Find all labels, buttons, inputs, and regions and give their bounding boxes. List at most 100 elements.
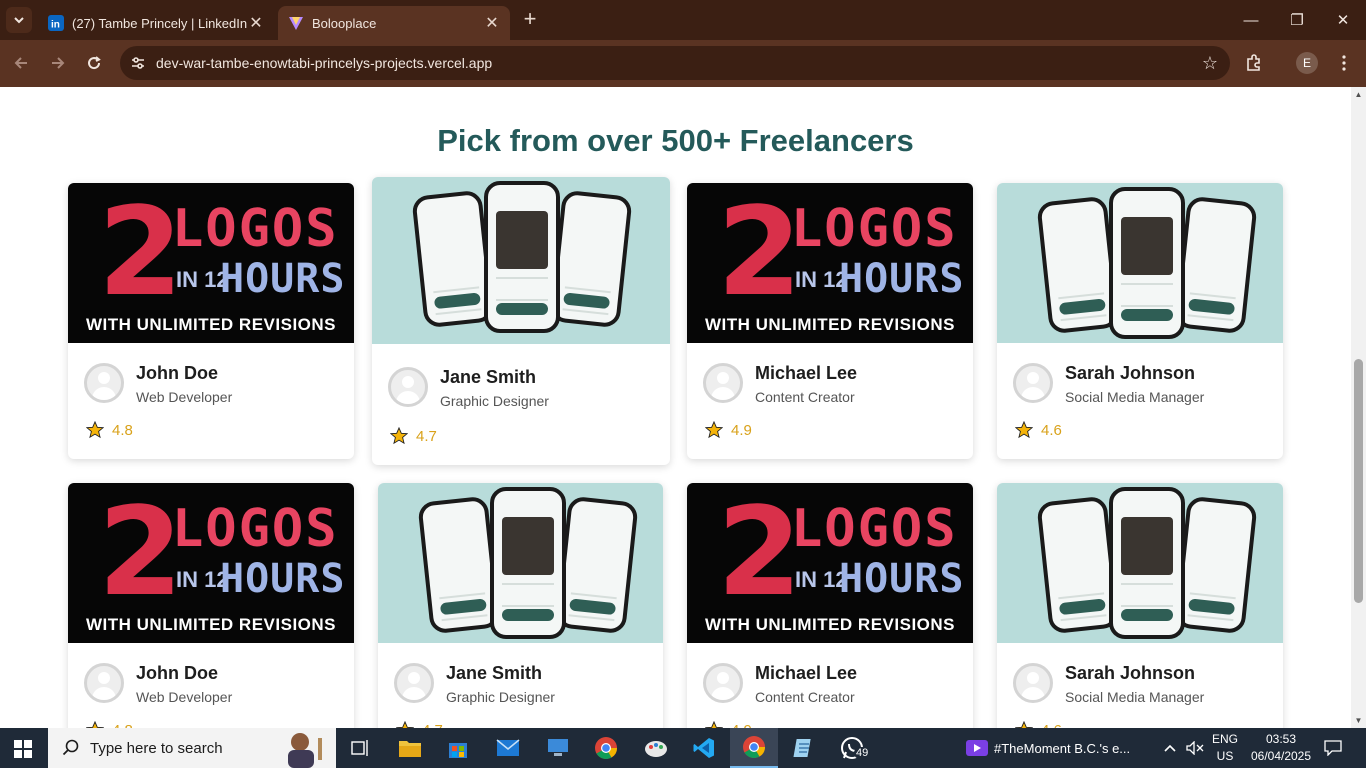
chrome-app[interactable] xyxy=(582,728,630,768)
tab-title: Bolooplace xyxy=(312,15,377,31)
logo-promo-image[interactable]: 2 LOGOS IN 12 HOURS WITH UNLIMITED REVIS… xyxy=(687,183,973,343)
star-icon xyxy=(1015,421,1033,439)
url-text[interactable]: dev-war-tambe-enowtabi-princelys-project… xyxy=(156,55,1190,71)
file-explorer-app[interactable] xyxy=(386,728,434,768)
close-window-button[interactable]: ✕ xyxy=(1320,0,1366,40)
phone-mockup-center xyxy=(490,487,566,639)
logo-promo-image[interactable]: 2 LOGOS IN 12 HOURS WITH UNLIMITED REVIS… xyxy=(68,183,354,343)
new-tab-button[interactable]: + xyxy=(518,8,542,32)
folder-icon xyxy=(399,741,421,757)
rating: 4.6 xyxy=(1015,721,1062,728)
freelancer-card[interactable]: Jane Smith Graphic Designer 4.7 xyxy=(372,177,670,465)
notepad-icon xyxy=(793,739,811,757)
volume-button[interactable] xyxy=(1182,728,1208,768)
freelancer-name[interactable]: Jane Smith xyxy=(446,663,542,684)
app-mockup-image[interactable] xyxy=(997,183,1283,343)
card-info: Jane Smith Graphic Designer 4.7 xyxy=(372,344,670,465)
language-indicator[interactable]: ENG xyxy=(1208,732,1242,746)
reload-button[interactable] xyxy=(81,50,107,76)
avatar xyxy=(1013,363,1053,403)
freelancer-name[interactable]: Michael Lee xyxy=(755,663,857,684)
profile-avatar[interactable]: E xyxy=(1296,52,1318,74)
logo-promo-image[interactable]: 2 LOGOS IN 12 HOURS WITH UNLIMITED REVIS… xyxy=(68,483,354,643)
tab-bolooplace[interactable]: Bolooplace ✕ xyxy=(278,6,510,40)
freelancer-card[interactable]: 2 LOGOS IN 12 HOURS WITH UNLIMITED REVIS… xyxy=(68,483,354,728)
freelancer-name[interactable]: John Doe xyxy=(136,663,218,684)
promo-logos-text: LOGOS xyxy=(172,499,339,559)
star-icon xyxy=(86,421,104,439)
freelancer-card[interactable]: 2 LOGOS IN 12 HOURS WITH UNLIMITED REVIS… xyxy=(687,183,973,459)
freelancer-name[interactable]: John Doe xyxy=(136,363,218,384)
search-highlight-image xyxy=(274,728,332,768)
chrome-app-active[interactable] xyxy=(730,728,778,768)
avatar xyxy=(1013,663,1053,703)
close-tab-icon[interactable]: ✕ xyxy=(248,13,264,33)
region-indicator[interactable]: US xyxy=(1208,749,1242,763)
palette-icon xyxy=(645,741,667,757)
card-info: John Doe Web Developer 4.8 xyxy=(68,343,354,459)
promo-number: 2 xyxy=(98,183,183,323)
avatar xyxy=(703,363,743,403)
freelancer-name[interactable]: Michael Lee xyxy=(755,363,857,384)
restore-button[interactable]: ❐ xyxy=(1274,0,1320,40)
app-mockup-image[interactable] xyxy=(378,483,663,643)
browser-menu-button[interactable] xyxy=(1331,50,1357,76)
windows-taskbar: Type here to search 49 #TheMoment B.C.'s xyxy=(0,728,1366,768)
tab-search-button[interactable] xyxy=(6,7,32,33)
scroll-down-arrow-icon[interactable]: ▼ xyxy=(1351,713,1366,728)
app-mockup-image[interactable] xyxy=(997,483,1283,643)
vscode-app[interactable] xyxy=(680,728,728,768)
start-button[interactable] xyxy=(14,740,32,758)
tab-title: (27) Tambe Princely | LinkedIn xyxy=(72,15,248,31)
promo-logos-text: LOGOS xyxy=(791,499,958,559)
taskbar-search-box[interactable]: Type here to search xyxy=(48,728,336,768)
remote-desktop-app[interactable] xyxy=(534,728,582,768)
freelancer-card[interactable]: 2 LOGOS IN 12 HOURS WITH UNLIMITED REVIS… xyxy=(68,183,354,459)
promo-logos-text: LOGOS xyxy=(791,199,958,259)
arrow-right-icon xyxy=(52,57,65,69)
back-button[interactable] xyxy=(8,50,34,76)
chrome-icon xyxy=(595,737,617,759)
freelancer-card[interactable]: Jane Smith Graphic Designer 4.7 xyxy=(378,483,663,728)
rating: 4.9 xyxy=(705,721,752,728)
freelancer-card[interactable]: 2 LOGOS IN 12 HOURS WITH UNLIMITED REVIS… xyxy=(687,483,973,728)
task-view-button[interactable] xyxy=(337,728,385,768)
extensions-button[interactable] xyxy=(1241,50,1267,76)
scrollbar-thumb[interactable] xyxy=(1354,359,1363,603)
app-mockup-image[interactable] xyxy=(372,177,670,344)
clock-time[interactable]: 03:53 xyxy=(1246,732,1316,746)
freelancer-name[interactable]: Sarah Johnson xyxy=(1065,663,1195,684)
whatsapp-app[interactable]: 49 xyxy=(828,728,876,768)
monitor-icon xyxy=(548,739,568,756)
scroll-up-arrow-icon[interactable]: ▲ xyxy=(1351,87,1366,102)
address-bar[interactable]: dev-war-tambe-enowtabi-princelys-project… xyxy=(120,46,1230,80)
mail-app[interactable] xyxy=(484,728,532,768)
phone-mockup-left xyxy=(1036,195,1120,335)
close-tab-icon[interactable]: ✕ xyxy=(484,13,500,33)
video-play-icon xyxy=(966,740,988,756)
freelancer-card[interactable]: Sarah Johnson Social Media Manager 4.6 xyxy=(997,183,1283,459)
reload-icon xyxy=(88,56,101,70)
store-icon xyxy=(449,743,467,758)
notepad-app[interactable] xyxy=(780,728,828,768)
notifications-button[interactable] xyxy=(1318,728,1348,768)
logo-promo-image[interactable]: 2 LOGOS IN 12 HOURS WITH UNLIMITED REVIS… xyxy=(687,483,973,643)
freelancer-card[interactable]: Sarah Johnson Social Media Manager 4.6 xyxy=(997,483,1283,728)
paint-app[interactable] xyxy=(632,728,680,768)
page-scrollbar[interactable]: ▲ ▼ xyxy=(1351,87,1366,728)
freelancer-name[interactable]: Sarah Johnson xyxy=(1065,363,1195,384)
page-viewport: Pick from over 500+ Freelancers 2 LOGOS … xyxy=(0,87,1351,728)
media-widget[interactable]: #TheMoment B.C.'s e... xyxy=(966,728,1130,768)
minimize-button[interactable]: — xyxy=(1228,0,1274,40)
show-hidden-icons-button[interactable] xyxy=(1156,728,1184,768)
phone-mockup-center xyxy=(484,181,560,333)
rating: 4.6 xyxy=(1015,421,1062,439)
clock-date[interactable]: 06/04/2025 xyxy=(1246,749,1316,763)
forward-button[interactable] xyxy=(45,50,71,76)
site-info-button[interactable] xyxy=(120,55,156,71)
promo-hours-text: HOURS xyxy=(220,256,346,302)
bookmark-star-icon[interactable]: ☆ xyxy=(1190,53,1230,74)
tab-linkedin[interactable]: in (27) Tambe Princely | LinkedIn ✕ xyxy=(38,6,274,40)
freelancer-name[interactable]: Jane Smith xyxy=(440,367,536,388)
store-app[interactable] xyxy=(434,728,482,768)
